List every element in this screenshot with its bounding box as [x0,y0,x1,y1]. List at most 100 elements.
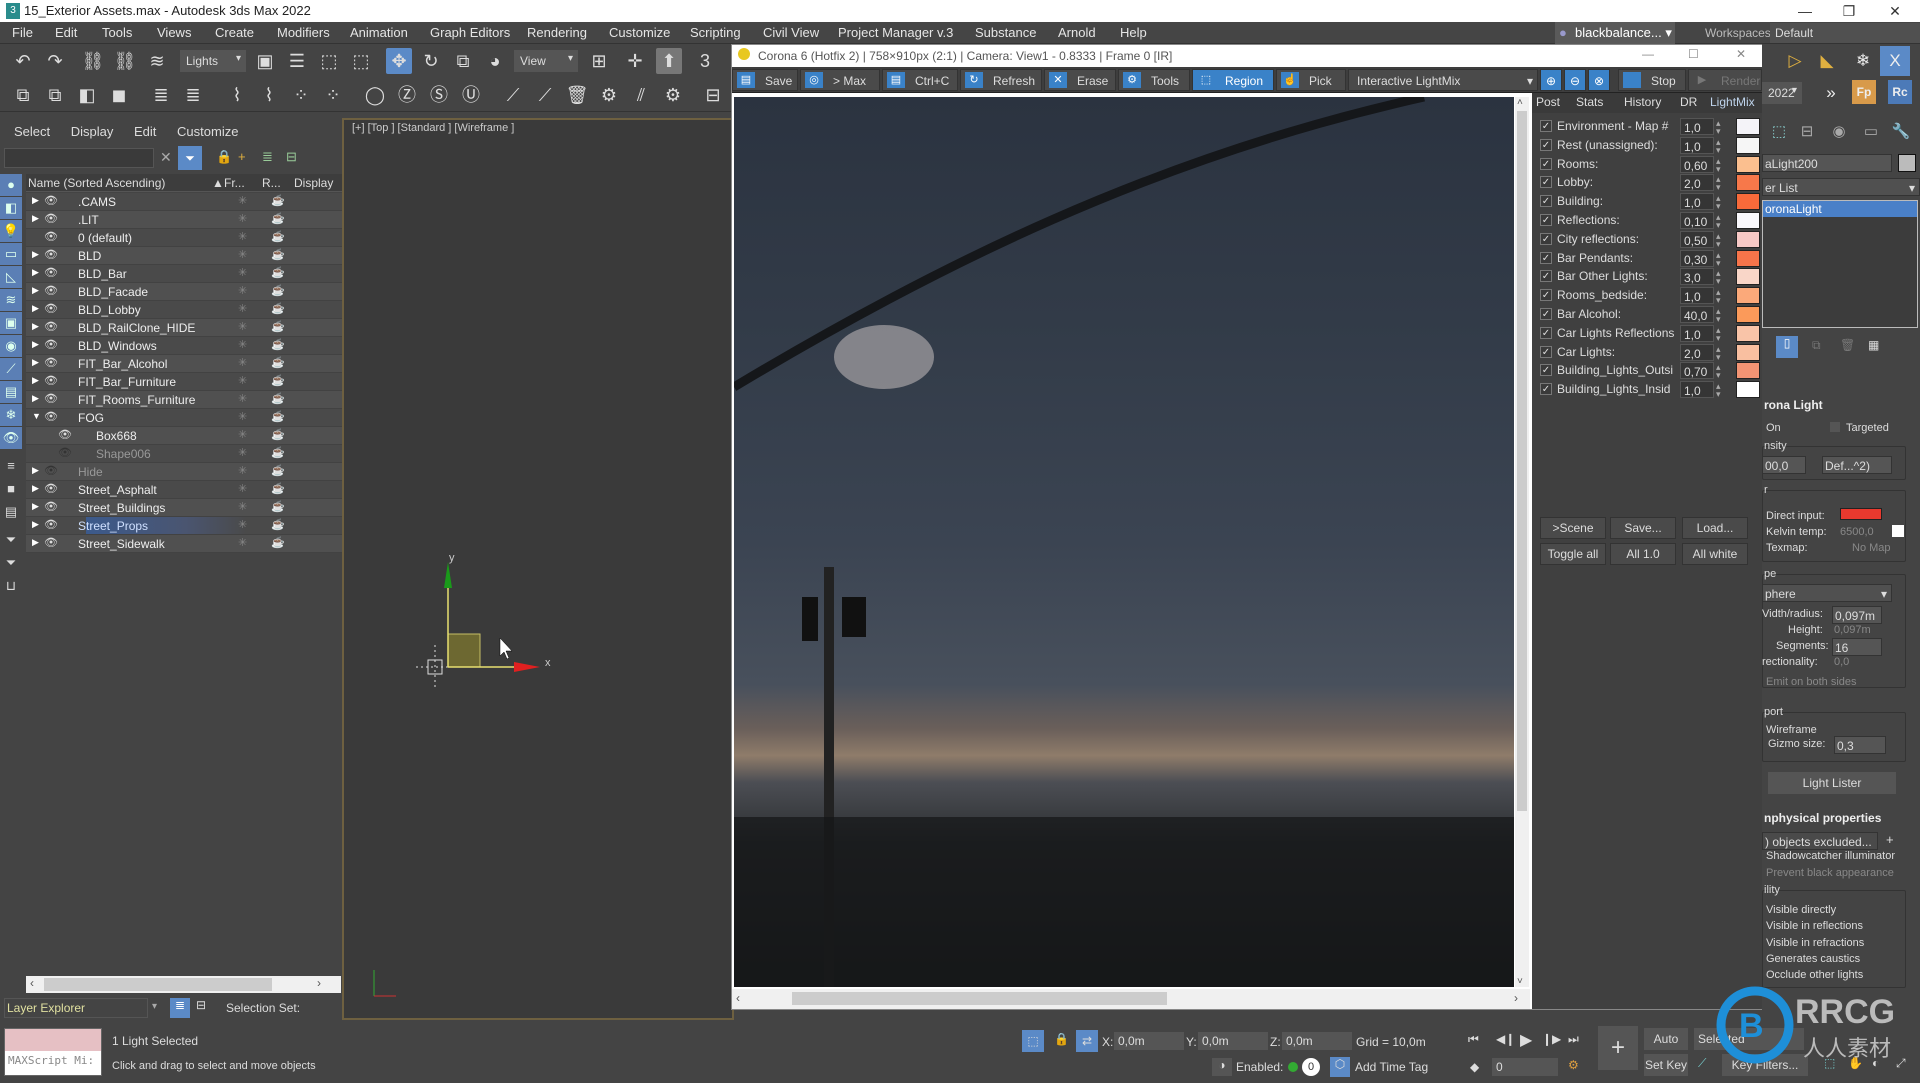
expand-toggle-icon[interactable]: ▶ [32,339,39,350]
lightmix-intensity-field[interactable]: 1,0 [1680,193,1714,211]
menu-scripting[interactable]: Scripting [690,25,741,40]
expand-toggle-icon[interactable]: ▶ [32,285,39,296]
visibility-eye-icon[interactable]: 👁 [44,302,58,315]
segments-field[interactable]: 16 [1832,638,1882,656]
time-config-icon[interactable]: ⚙ [1568,1058,1579,1072]
select-and-move-icon[interactable]: ✥ [386,48,412,74]
gear-icon[interactable]: ⚙ [660,82,686,108]
tab-dr[interactable]: DR [1680,95,1697,109]
key-selection-dropdown[interactable]: Selected [1694,1028,1804,1050]
new-layer-icon[interactable]: + [238,149,246,164]
renderable-teapot-icon[interactable]: ☕ [271,212,285,225]
directionality-field[interactable]: 0,0 [1834,656,1849,668]
shadowcatcher-checkbox[interactable]: Shadowcatcher illuminator [1766,850,1895,862]
window-crossing-icon[interactable]: ⬚ [348,48,374,74]
close-icon[interactable]: ✕ [1872,0,1918,22]
layer-row[interactable]: ▶ 👁 .LIT ✳ ☕ [26,211,342,229]
layer-explorer-icon[interactable]: ≣ [170,998,190,1018]
layer-row[interactable]: ▶ 👁 Street_Buildings ✳ ☕ [26,499,342,517]
lightmix-intensity-field[interactable]: 0,70 [1680,362,1714,380]
expand-toggle-icon[interactable]: ▶ [32,501,39,512]
break-link-2-icon[interactable]: ⁘ [320,82,346,108]
reference-coordinate-dropdown[interactable]: View [514,50,578,72]
transform-gizmo-icon[interactable]: ✛ [622,48,648,74]
spinner-icon[interactable]: ▴ ▾ [1716,344,1721,361]
spinner-icon[interactable]: ▴ ▾ [1716,194,1721,211]
menu-substance[interactable]: Substance [975,25,1036,40]
layer-row[interactable]: ▶ 👁 BLD_Facade ✳ ☕ [26,283,342,301]
explorer-menu-display[interactable]: Display [71,124,114,139]
freeze-icon[interactable]: ✳ [238,392,247,405]
spinner-icon[interactable]: ▴ ▾ [1716,213,1721,230]
layer-add-icon[interactable]: ≣ [180,82,206,108]
configure-sets-icon[interactable]: ▦ [1868,338,1879,352]
brush-icon[interactable]: ⟋ [500,82,526,108]
renderable-teapot-icon[interactable]: ☕ [271,446,285,459]
expand-toggle-icon[interactable]: ▶ [32,537,39,548]
expand-toggle-icon[interactable]: ▶ [32,483,39,494]
lightmix-color-swatch[interactable] [1736,268,1760,286]
lightmix-intensity-field[interactable]: 0,10 [1680,212,1714,229]
renderable-teapot-icon[interactable]: ☕ [271,356,285,369]
spinner-icon[interactable]: ▴ ▾ [1716,231,1721,248]
freeze-icon[interactable]: ✳ [238,428,247,441]
spinner-icon[interactable]: ▴ ▾ [1716,250,1721,267]
undo-icon[interactable]: ↶ [10,48,36,74]
hidden-filter-icon[interactable]: 👁 [0,427,22,449]
visibility-eye-icon[interactable]: 👁 [44,464,58,477]
lightmix-color-swatch[interactable] [1736,324,1760,342]
minimize-icon[interactable]: — [1782,0,1828,22]
lightmix-checkbox[interactable]: ✓ [1540,214,1552,226]
freeze-icon[interactable]: ✳ [238,356,247,369]
selection-lock-icon[interactable]: 🔒 [1054,1032,1069,1046]
enabled-count[interactable]: 0 [1302,1058,1320,1076]
menu-arnold[interactable]: Arnold [1058,25,1096,40]
key-filters-button[interactable]: Key Filters... [1722,1054,1808,1076]
renderable-teapot-icon[interactable]: ☕ [271,482,285,495]
visibility-eye-icon[interactable]: 👁 [44,284,58,297]
menu-customize[interactable]: Customize [609,25,670,40]
clip-mt-icon[interactable]: ⌇ [256,82,282,108]
unlink-icon[interactable]: ⛓ [112,48,138,74]
light-lister-button[interactable]: Light Lister [1768,772,1896,794]
renderable-teapot-icon[interactable]: ☕ [271,320,285,333]
object-color-swatch[interactable] [1898,154,1916,172]
hscroll-thumb[interactable] [792,992,1167,1005]
freeze-icon[interactable]: ✳ [238,482,247,495]
z-coordinate-field[interactable]: 0,0m [1282,1032,1352,1050]
menu-help[interactable]: Help [1120,25,1147,40]
maximize-viewport-icon[interactable]: ⤢ [1896,1056,1906,1071]
visibility-eye-icon[interactable]: 👁 [44,518,58,531]
vfb-vertical-scrollbar[interactable]: ˄ ˅ [1515,97,1529,987]
freeze-icon[interactable]: ✳ [238,500,247,513]
visibility-eye-icon[interactable]: 👁 [44,248,58,261]
lightmix-checkbox[interactable]: ✓ [1540,308,1552,320]
lightmix-checkbox[interactable]: ✓ [1540,289,1552,302]
column-frozen[interactable]: Fr... [224,176,245,190]
lightmix-all-white-button[interactable]: All white [1682,543,1748,565]
add-to-layer-icon[interactable]: ≣ [262,149,273,165]
lightmix-to-scene-button[interactable]: >Scene [1540,517,1606,539]
goto-end-icon[interactable]: ⏭ [1568,1032,1579,1047]
zoom-fit-icon[interactable]: ⊗ [1588,69,1610,91]
freeze-icon[interactable]: ✳ [238,266,247,279]
layer-row[interactable]: 👁 Shape006 ✳ ☕ [26,445,342,463]
spinner-icon[interactable]: ▴ ▾ [1716,269,1721,286]
visibility-eye-icon[interactable]: 👁 [44,230,58,243]
shape-dropdown[interactable]: phere ▾ [1762,584,1892,602]
spinner-icon[interactable]: ▴ ▾ [1716,325,1721,342]
lightmix-load-button[interactable]: Load... [1682,517,1748,539]
wireframe-checkbox[interactable]: Wireframe [1766,724,1817,736]
layer-icon[interactable]: ≣ [148,82,174,108]
visible-directly-checkbox[interactable]: Visible directly [1766,904,1836,916]
texmap-button[interactable]: No Map [1852,542,1891,554]
menu-animation[interactable]: Animation [350,25,408,40]
explorer-horizontal-scrollbar[interactable]: ‹ › [26,976,341,993]
explorer-menu-select[interactable]: Select [14,124,50,139]
spinner-icon[interactable]: ▴ ▾ [1716,382,1721,399]
freeze-icon[interactable]: ✳ [238,410,247,423]
emit-both-sides-checkbox[interactable]: Emit on both sides [1766,676,1857,688]
layer-row[interactable]: ▶ 👁 BLD_RailClone_HIDE ✳ ☕ [26,319,342,337]
occlude-lights-checkbox[interactable]: Occlude other lights [1766,969,1863,981]
lightmix-intensity-field[interactable]: 40,0 [1680,306,1714,323]
